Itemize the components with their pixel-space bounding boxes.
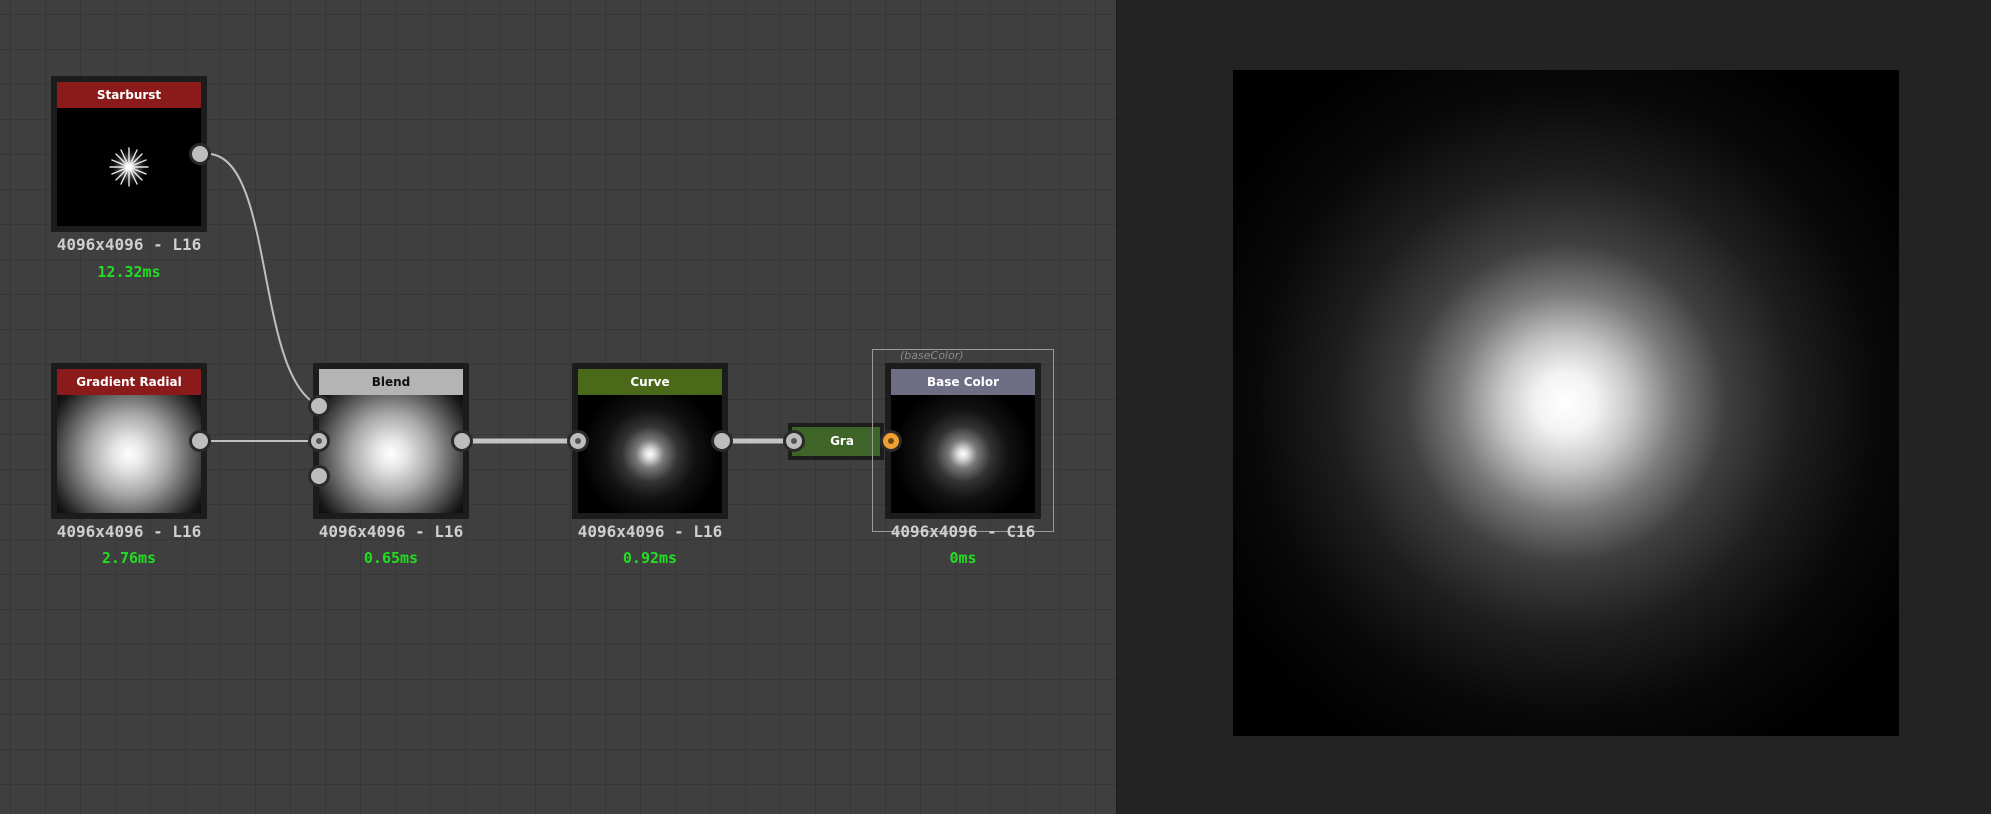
- blend-input-background-port[interactable]: [308, 430, 330, 452]
- node-starburst-thumbnail: [57, 108, 201, 226]
- node-starburst[interactable]: Starburst: [51, 76, 207, 232]
- 2d-preview-panel[interactable]: [1117, 0, 1991, 814]
- preview-image: [1233, 70, 1899, 736]
- node-gra-label: Gra: [830, 434, 854, 448]
- base-color-input-port[interactable]: [880, 430, 902, 452]
- node-gradient-radial-resolution: 4096x4096 - L16: [56, 522, 202, 541]
- curve-output-port[interactable]: [711, 430, 733, 452]
- node-curve-resolution: 4096x4096 - L16: [577, 522, 723, 541]
- blend-output-port[interactable]: [451, 430, 473, 452]
- node-blend-thumbnail: [319, 395, 463, 513]
- node-curve-thumbnail: [578, 395, 722, 513]
- node-gradient-radial-thumbnail: [57, 395, 201, 513]
- node-base-color-time: 0ms: [949, 549, 977, 567]
- starburst-output-port[interactable]: [189, 143, 211, 165]
- gradient-radial-output-port[interactable]: [189, 430, 211, 452]
- node-starburst-title: Starburst: [57, 82, 201, 108]
- node-blend-title: Blend: [319, 369, 463, 395]
- node-base-color[interactable]: Base Color: [885, 363, 1041, 519]
- starburst-thumbnail-image: [109, 147, 149, 187]
- node-blend-time: 0.65ms: [363, 549, 419, 567]
- node-gradient-radial-time: 2.76ms: [101, 549, 157, 567]
- node-base-color-resolution: 4096x4096 - C16: [890, 522, 1036, 541]
- curve-input-port[interactable]: [567, 430, 589, 452]
- node-starburst-resolution: 4096x4096 - L16: [56, 235, 202, 254]
- blend-input-foreground-port[interactable]: [308, 395, 330, 417]
- node-blend[interactable]: Blend: [313, 363, 469, 519]
- node-graph-canvas[interactable]: Starburst 4096x4096 - L16 12.32ms Gradie…: [0, 0, 1116, 814]
- output-frame-label: (baseColor): [900, 349, 964, 362]
- gra-input-port[interactable]: [783, 430, 805, 452]
- node-blend-resolution: 4096x4096 - L16: [318, 522, 464, 541]
- blend-input-mask-port[interactable]: [308, 465, 330, 487]
- node-curve[interactable]: Curve: [572, 363, 728, 519]
- node-gradient-radial-title: Gradient Radial: [57, 369, 201, 395]
- node-base-color-title: Base Color: [891, 369, 1035, 395]
- node-curve-time: 0.92ms: [622, 549, 678, 567]
- node-gradient-radial[interactable]: Gradient Radial: [51, 363, 207, 519]
- node-base-color-thumbnail: [891, 395, 1035, 513]
- node-starburst-time: 12.32ms: [97, 263, 161, 281]
- node-curve-title: Curve: [578, 369, 722, 395]
